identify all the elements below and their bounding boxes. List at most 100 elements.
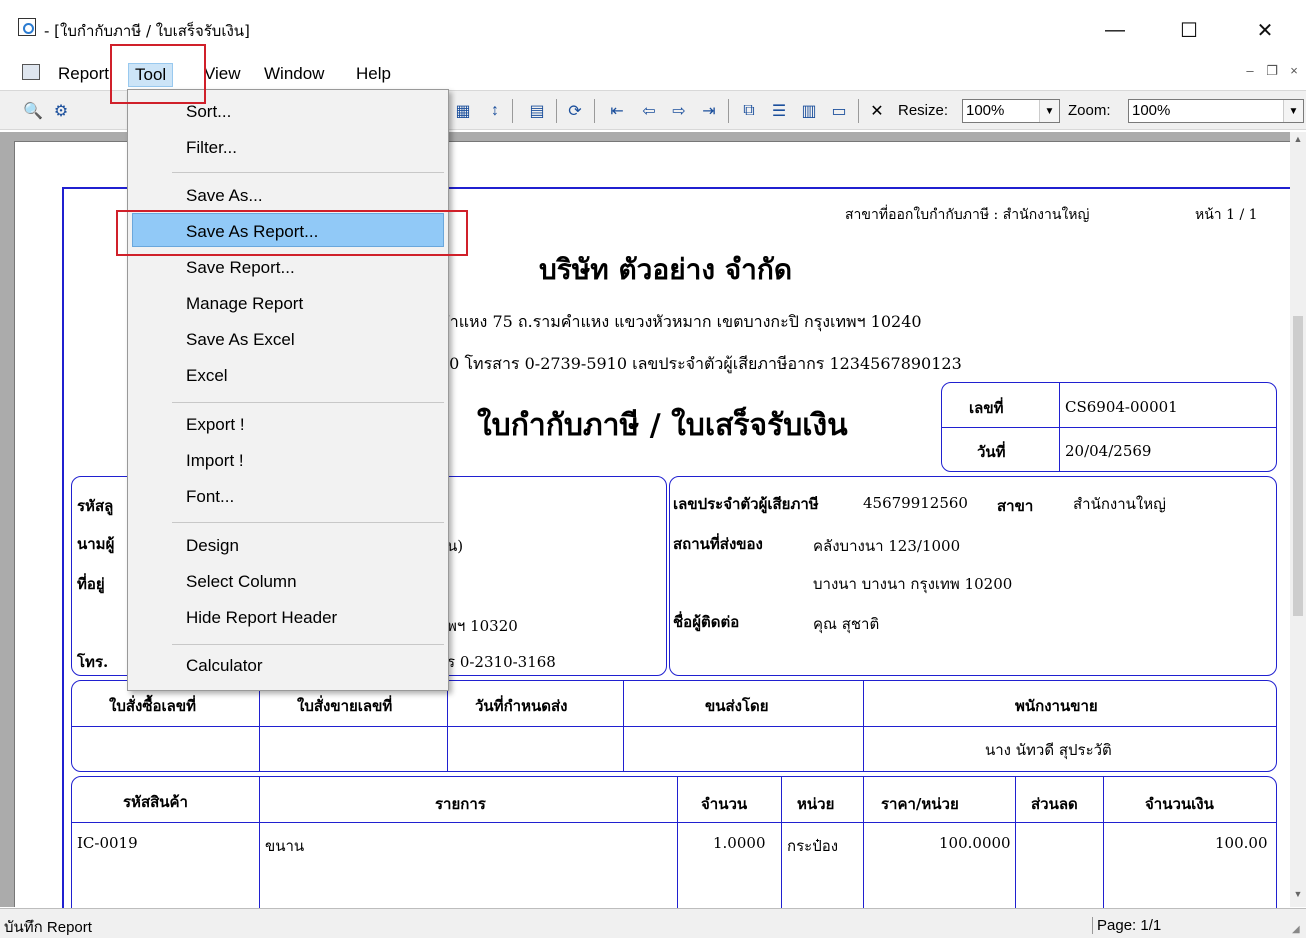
resize-grip-icon[interactable]: ◢ [1292, 924, 1304, 936]
multi-page-icon[interactable]: ⧉ [738, 100, 760, 122]
menu-item-sort[interactable]: Sort... [186, 102, 231, 122]
doc-no: CS6904-00001 [1065, 398, 1178, 416]
col-so-number: ใบสั่งขายเลขที่ [297, 697, 393, 715]
taxid-label: เลขประจำตัวผู้เสียภาษี [673, 495, 819, 513]
resize-value: 100% [966, 102, 1005, 119]
print-preview-icon [18, 18, 36, 36]
menu-item-save-as[interactable]: Save As... [186, 186, 263, 206]
mdi-minimize-button[interactable]: – [1240, 63, 1260, 83]
zoom-select[interactable]: 100% ▼ [1128, 99, 1304, 123]
chevron-down-icon: ▼ [1283, 100, 1303, 122]
document-title: ใบกำกับภาษี / ใบเสร็จรับเงิน [477, 408, 848, 443]
customer-name-label: นามผู้ [77, 535, 115, 553]
menu-item-manage-report[interactable]: Manage Report [186, 294, 303, 314]
annotation-save-as-report [116, 210, 468, 256]
col-po-number: ใบสั่งซื้อเลขที่ [109, 697, 196, 715]
window-icon[interactable]: ▭ [828, 100, 850, 122]
item-description: ขนาน [265, 837, 305, 855]
col-salesperson: พนักงานขาย [1015, 697, 1098, 715]
zoom-label: Zoom: [1068, 102, 1111, 119]
doc-date: 20/04/2569 [1065, 442, 1152, 460]
col-amount: จำนวนเงิน [1145, 795, 1214, 813]
item-unit: กระป๋อง [787, 837, 839, 855]
mdi-close-button[interactable]: × [1284, 63, 1304, 83]
scroll-up-icon[interactable]: ▲ [1290, 134, 1306, 150]
menu-item-hide-report-header[interactable]: Hide Report Header [186, 608, 337, 628]
print-setup-icon[interactable]: ⚙ [50, 100, 72, 122]
branch-label: สาขา [997, 497, 1034, 515]
resize-label: Resize: [898, 102, 949, 119]
item-amount: 100.00 [1215, 834, 1268, 852]
columns-icon[interactable]: ▥ [798, 100, 820, 122]
menu-report[interactable]: Report [52, 63, 115, 85]
tool-menu: Sort... Filter... Save As... Save As Rep… [127, 89, 449, 691]
calculator-icon[interactable]: ▤ [526, 100, 548, 122]
status-text: บันทึก Report [4, 919, 92, 936]
rows-icon[interactable]: ☰ [768, 100, 790, 122]
vertical-scrollbar[interactable]: ▲ ▼ [1290, 132, 1306, 907]
menu-item-calculator[interactable]: Calculator [186, 656, 263, 676]
chevron-down-icon: ▼ [1039, 100, 1059, 122]
scroll-thumb[interactable] [1293, 316, 1303, 616]
taxid-value: 45679912560 [863, 494, 968, 512]
customer-phone-tail: ร 0-2310-3168 [447, 653, 556, 671]
ship-line2: บางนา บางนา กรุงเทพ 10200 [813, 575, 1013, 593]
next-page-icon[interactable]: ⇨ [668, 100, 690, 122]
annotation-tool-menu [110, 44, 206, 104]
col-ship-by: ขนส่งโดย [705, 697, 769, 715]
col-due-date: วันที่กำหนดส่ง [475, 697, 568, 715]
customer-code-label: รหัสลู [77, 497, 114, 515]
col-item-code: รหัสสินค้า [123, 793, 188, 811]
ship-label: สถานที่ส่งของ [673, 535, 763, 553]
company-address: คำแหง 75 ถ.รามคำแหง แขวงหัวหมาก เขตบางกะ… [439, 312, 922, 331]
item-code: IC-0019 [77, 834, 138, 852]
salesperson-value: นาง นัทวดี สุประวัติ [985, 741, 1112, 759]
customer-phone-label: โทร. [77, 653, 109, 671]
zoom-value: 100% [1132, 102, 1171, 119]
grid-icon[interactable]: ▦ [452, 100, 474, 122]
menu-window[interactable]: Window [258, 63, 330, 85]
customer-address-tail: พฯ 10320 [447, 617, 518, 635]
menu-item-design[interactable]: Design [186, 536, 239, 556]
refresh-icon[interactable]: ⟳ [564, 100, 586, 122]
branch-line: สาขาที่ออกใบกำกับภาษี : สำนักงานใหญ่ [845, 207, 1090, 223]
menu-help[interactable]: Help [350, 63, 397, 85]
fit-height-icon[interactable]: ↕ [484, 100, 506, 122]
menu-item-select-column[interactable]: Select Column [186, 572, 297, 592]
col-unit: หน่วย [797, 795, 835, 813]
branch-value: สำนักงานใหญ่ [1073, 495, 1166, 513]
mdi-restore-button[interactable]: ❐ [1262, 63, 1282, 83]
col-quantity: จำนวน [701, 795, 748, 813]
first-page-icon[interactable]: ⇤ [606, 100, 628, 122]
menu-item-font[interactable]: Font... [186, 487, 234, 507]
menu-item-save-as-excel[interactable]: Save As Excel [186, 330, 295, 350]
preview-icon[interactable]: 🔍 [22, 100, 44, 122]
menu-item-filter[interactable]: Filter... [186, 138, 237, 158]
maximize-button[interactable]: ☐ [1166, 10, 1212, 50]
col-description: รายการ [435, 795, 486, 813]
minimize-button[interactable]: — [1092, 10, 1138, 50]
last-page-icon[interactable]: ⇥ [698, 100, 720, 122]
doc-no-label: เลขที่ [969, 399, 1004, 417]
status-page: Page: 1/1 [1092, 917, 1161, 934]
col-discount: ส่วนลด [1031, 795, 1078, 813]
ship-line1: คลังบางนา 123/1000 [813, 537, 961, 555]
close-report-icon[interactable]: ✕ [866, 100, 888, 122]
page-number: หน้า 1 / 1 [1195, 207, 1258, 223]
menu-item-import[interactable]: Import ! [186, 451, 244, 471]
customer-name-tail: น) [447, 537, 464, 555]
prev-page-icon[interactable]: ⇦ [638, 100, 660, 122]
date-label: วันที่ [977, 443, 1006, 461]
menu-item-save-report[interactable]: Save Report... [186, 258, 295, 278]
scroll-down-icon[interactable]: ▼ [1290, 889, 1306, 905]
menu-item-excel[interactable]: Excel [186, 366, 228, 386]
document-icon[interactable] [22, 64, 40, 80]
contact-label: ชื่อผู้ติดต่อ [673, 613, 740, 631]
menu-item-export[interactable]: Export ! [186, 415, 245, 435]
window-title: - [ใบกำกับภาษี / ใบเสร็จรับเงิน] [44, 22, 250, 40]
customer-address-label: ที่อยู่ [77, 575, 105, 593]
resize-select[interactable]: 100% ▼ [962, 99, 1060, 123]
contact-value: คุณ สุชาติ [813, 615, 880, 633]
item-unit-price: 100.0000 [939, 834, 1011, 852]
close-button[interactable]: ✕ [1242, 10, 1288, 50]
